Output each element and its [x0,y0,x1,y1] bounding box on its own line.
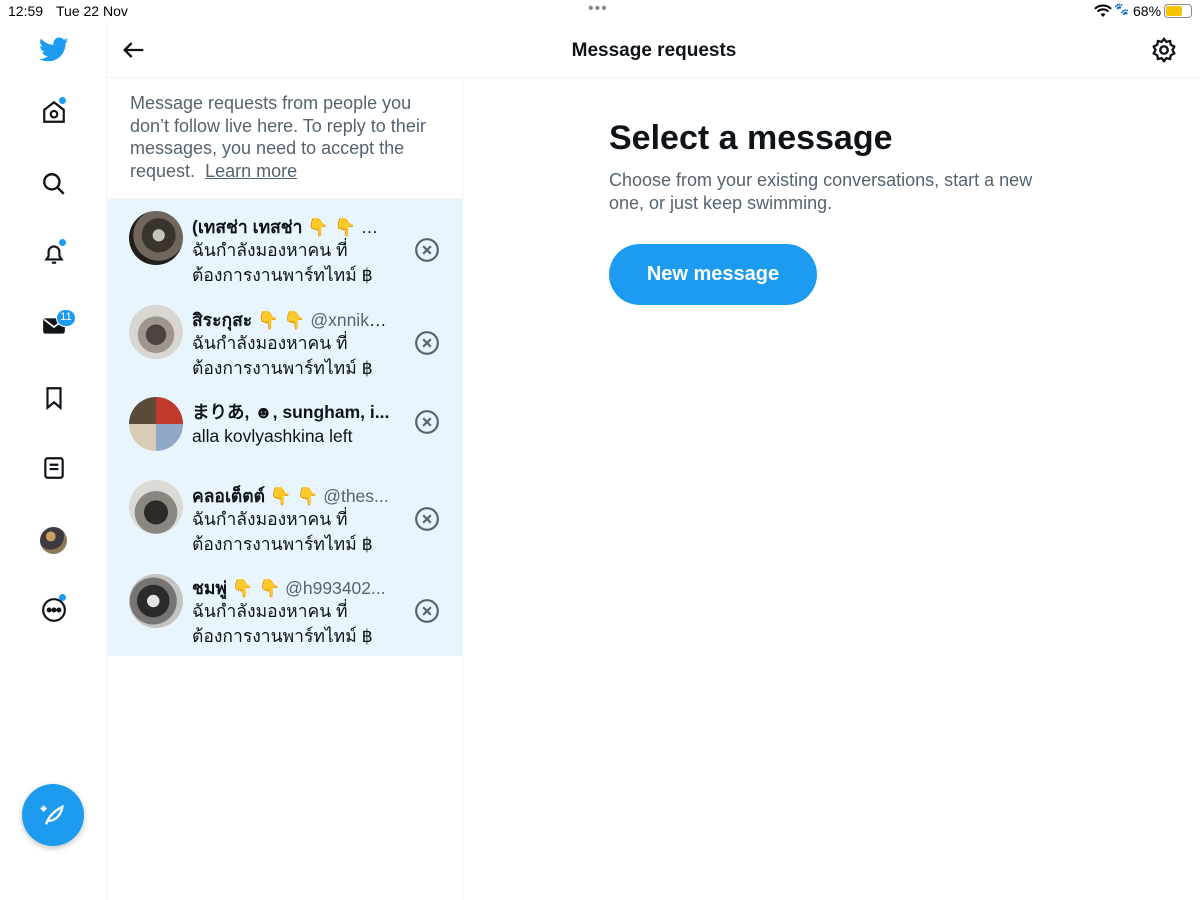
dismiss-x-icon[interactable] [414,506,440,532]
gear-icon[interactable] [1150,36,1178,64]
home-notification-dot [59,97,66,104]
conversation-detail-pane: Select a message Choose from your existi… [464,79,1200,900]
message-preview: alla kovlyashkina left [192,426,353,446]
learn-more-link[interactable]: Learn more [205,161,297,181]
dismiss-x-icon[interactable] [414,598,440,624]
notifications-dot [59,239,66,246]
status-bar: 12:59 Tue 22 Nov ••• 🐾 68% [0,0,1200,22]
page-header: Message requests [108,22,1200,78]
sender-handle: @h993402... [280,578,386,598]
dismiss-x-icon[interactable] [414,409,440,435]
request-row[interactable]: (เทสช่า เทสช่า 👇 👇 @... ฉันกำลังมองหาคน … [108,199,462,292]
sender-name: まりあ, ☻, sungham, i... [192,402,390,422]
message-preview: ฉันกำลังมองหาคน ที่ต้องการงานพาร์ทไทม์ ฿ [192,240,373,285]
empty-state-heading: Select a message [609,119,893,157]
bookmark-icon[interactable] [38,382,70,414]
avatar [129,574,183,628]
empty-state-subtext: Choose from your existing conversations,… [609,170,1033,213]
requests-intro: Message requests from people you don’t f… [108,79,462,199]
request-row[interactable]: สิระกุสะ 👇 👇 @xnnik8... ฉันกำลังมองหาคน … [108,292,462,385]
sender-handle: @... [355,217,392,237]
wifi-icon [1094,4,1112,21]
sender-name: (เทสช่า เทสช่า 👇 👇 [192,217,356,237]
search-icon[interactable] [38,168,70,200]
battery-percent: 68% [1133,3,1162,19]
message-preview: ฉันกำลังมองหาคน ที่ต้องการงานพาร์ทไทม์ ฿ [192,333,373,378]
sender-name: คลอเต็ตต์ 👇 👇 [192,486,319,506]
avatar [129,480,183,534]
feather-plus-icon [40,804,64,825]
more-dot [59,594,66,601]
message-preview: ฉันกำลังมองหาคน ที่ต้องการงานพาร์ทไทม์ ฿ [192,509,373,554]
message-requests-column: Message requests from people you don’t f… [108,79,463,900]
avatar [129,211,183,265]
page-title: Message requests [571,40,737,61]
request-row[interactable]: まりあ, ☻, sungham, i... alla kovlyashkina … [108,385,462,478]
request-row[interactable]: ชมพู่ 👇 👇 @h993402... ฉันกำลังมองหาคน ที… [108,566,462,656]
status-date: Tue 22 Nov [56,3,128,19]
sender-handle: @xnnik8... [305,310,392,330]
new-message-button[interactable]: New message [609,244,817,305]
dismiss-x-icon[interactable] [414,237,440,263]
dismiss-x-icon[interactable] [414,330,440,356]
requests-list: (เทสช่า เทสช่า 👇 👇 @... ฉันกำลังมองหาคน … [108,199,462,656]
paw-icon: 🐾 [1114,2,1129,16]
profile-avatar[interactable] [40,527,67,554]
group-avatar [129,397,183,451]
message-preview: ฉันกำลังมองหาคน ที่ต้องการงานพาร์ทไทม์ ฿ [192,601,373,646]
navigation-rail: 11 [0,22,107,900]
messages-badge: 11 [56,309,76,327]
request-row[interactable]: คลอเต็ตต์ 👇 👇 @thes... ฉันกำลังมองหาคน ท… [108,478,462,566]
compose-tweet-button[interactable] [22,784,84,846]
status-time: 12:59 [8,3,44,19]
lists-icon[interactable] [38,452,70,484]
battery-icon [1164,4,1192,18]
sender-handle: @thes... [318,486,389,506]
twitter-logo-icon[interactable] [38,34,70,66]
sender-name: สิระกุสะ 👇 👇 [192,310,306,330]
multitask-dots-icon[interactable]: ••• [588,0,608,18]
battery-fill [1166,6,1182,16]
sender-name: ชมพู่ 👇 👇 [192,578,281,598]
avatar [129,305,183,359]
